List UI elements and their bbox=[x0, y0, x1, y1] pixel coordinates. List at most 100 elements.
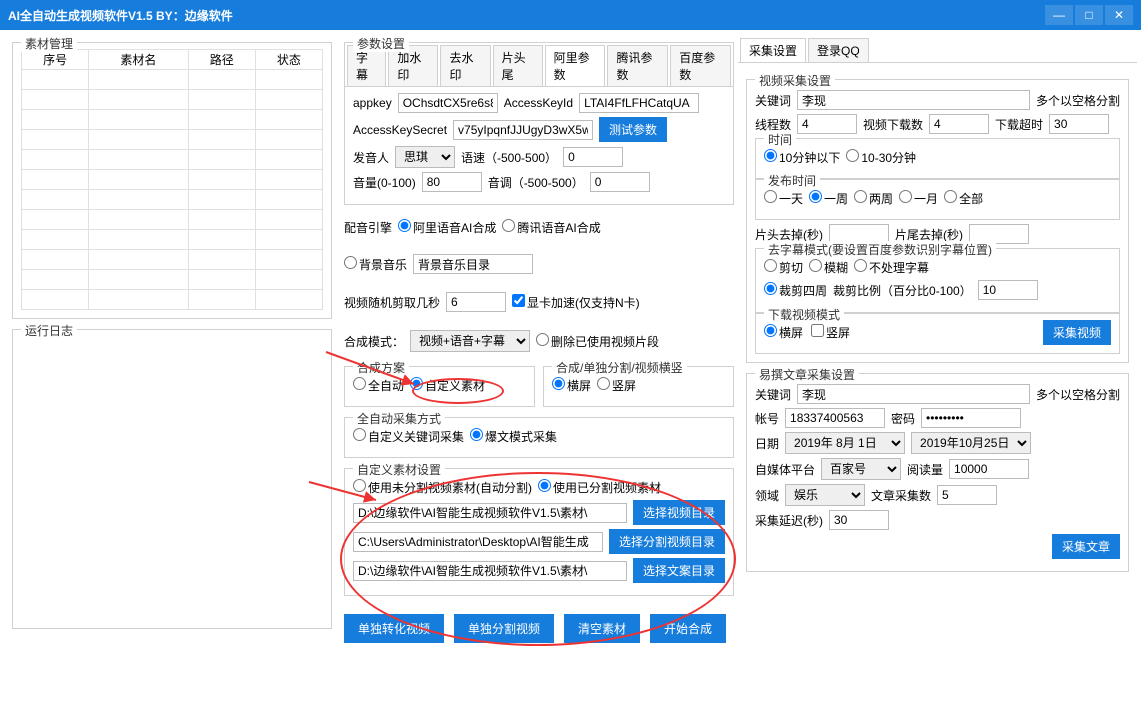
akid-input[interactable] bbox=[579, 93, 699, 113]
maximize-button[interactable]: □ bbox=[1075, 5, 1103, 25]
account-input[interactable] bbox=[785, 408, 885, 428]
col-name: 素材名 bbox=[89, 50, 188, 70]
akid-label: AccessKeyId bbox=[504, 96, 573, 110]
test-params-button[interactable]: 测试参数 bbox=[599, 117, 667, 142]
voice-select[interactable]: 思琪 bbox=[395, 146, 455, 168]
volume-label: 音量(0-100) bbox=[353, 174, 416, 191]
pub-day[interactable]: 一天 bbox=[764, 190, 803, 207]
date-to[interactable]: 2019年10月25日 bbox=[911, 432, 1031, 454]
clip-input[interactable] bbox=[446, 292, 506, 312]
time-30[interactable]: 10-30分钟 bbox=[846, 149, 916, 166]
dl-h[interactable]: 横屏 bbox=[764, 324, 803, 341]
path-text[interactable] bbox=[353, 561, 627, 581]
path-split[interactable] bbox=[353, 532, 603, 552]
gpu-checkbox[interactable]: 显卡加速(仅支持N卡) bbox=[512, 294, 640, 311]
material-manager-group: 素材管理 序号 素材名 路径 状态 bbox=[12, 42, 332, 319]
pub-2week[interactable]: 两周 bbox=[854, 190, 893, 207]
reads-input[interactable] bbox=[949, 459, 1029, 479]
platform-label: 自媒体平台 bbox=[755, 461, 815, 478]
plan-custom[interactable]: 自定义素材 bbox=[410, 377, 485, 394]
del-used-radio[interactable]: 删除已使用视频片段 bbox=[536, 333, 659, 350]
field-label: 领域 bbox=[755, 487, 779, 504]
pub-all[interactable]: 全部 bbox=[944, 190, 983, 207]
tab-headtail[interactable]: 片头尾 bbox=[493, 45, 543, 86]
tab-collect-settings[interactable]: 采集设置 bbox=[740, 38, 806, 62]
crop-ratio-label: 裁剪比例（百分比0-100） bbox=[833, 282, 972, 299]
delay-input[interactable] bbox=[829, 510, 889, 530]
artnum-input[interactable] bbox=[937, 485, 997, 505]
subtitle-mode-group: 去字幕模式(要设置百度参数识别字幕位置) 剪切 模糊 不处理字幕 裁剪四周 裁剪… bbox=[755, 248, 1120, 313]
pitch-input[interactable] bbox=[590, 172, 650, 192]
date-label: 日期 bbox=[755, 435, 779, 452]
cust-split[interactable]: 使用已分割视频素材 bbox=[538, 479, 661, 496]
bgm-radio[interactable]: 背景音乐 bbox=[344, 256, 407, 273]
mode-select[interactable]: 视频+语音+字幕 bbox=[410, 330, 530, 352]
btn-convert[interactable]: 单独转化视频 bbox=[344, 614, 444, 643]
password-input[interactable] bbox=[921, 408, 1021, 428]
minimize-button[interactable]: — bbox=[1045, 5, 1073, 25]
col-path: 路径 bbox=[188, 50, 255, 70]
btn-split-dir[interactable]: 选择分割视频目录 bbox=[609, 529, 725, 554]
bgm-input[interactable] bbox=[413, 254, 533, 274]
crop-around[interactable]: 裁剪四周 bbox=[764, 282, 827, 299]
aks-input[interactable] bbox=[453, 120, 593, 140]
pubtime-group: 发布时间 一天 一周 两周 一月 全部 bbox=[755, 179, 1120, 220]
platform-select[interactable]: 百家号 bbox=[821, 458, 901, 480]
btn-video-dir[interactable]: 选择视频目录 bbox=[633, 500, 725, 525]
volume-input[interactable] bbox=[422, 172, 482, 192]
keyword2-input[interactable] bbox=[797, 384, 1030, 404]
dl-v[interactable]: 竖屏 bbox=[811, 324, 850, 341]
appkey-label: appkey bbox=[353, 96, 392, 110]
path-video[interactable] bbox=[353, 503, 627, 523]
sub-none[interactable]: 不处理字幕 bbox=[854, 259, 929, 276]
crop-ratio-input[interactable] bbox=[978, 280, 1038, 300]
pub-week[interactable]: 一周 bbox=[809, 190, 848, 207]
keyword2-tip: 多个以空格分割 bbox=[1036, 386, 1120, 403]
btn-clear[interactable]: 清空素材 bbox=[564, 614, 640, 643]
timeout-input[interactable] bbox=[1049, 114, 1109, 134]
article-collect-title: 易撰文章采集设置 bbox=[755, 366, 859, 383]
date-from[interactable]: 2019年 8月 1日 bbox=[785, 432, 905, 454]
btn-collect-video[interactable]: 采集视频 bbox=[1043, 320, 1111, 345]
plan-group: 合成方案 全自动 自定义素材 bbox=[344, 366, 535, 407]
tab-ali[interactable]: 阿里参数 bbox=[545, 45, 606, 86]
keyword-input[interactable] bbox=[797, 90, 1030, 110]
engine-tencent[interactable]: 腾讯语音AI合成 bbox=[502, 219, 600, 236]
delay-label: 采集延迟(秒) bbox=[755, 512, 823, 529]
auto-hot[interactable]: 爆文模式采集 bbox=[470, 428, 557, 445]
cust-unsplit[interactable]: 使用未分割视频素材(自动分割) bbox=[353, 479, 532, 496]
tab-tencent[interactable]: 腾讯参数 bbox=[607, 45, 668, 86]
sub-blur[interactable]: 模糊 bbox=[809, 259, 848, 276]
col-no: 序号 bbox=[22, 50, 89, 70]
sub-cut[interactable]: 剪切 bbox=[764, 259, 803, 276]
pub-month[interactable]: 一月 bbox=[899, 190, 938, 207]
tab-baidu[interactable]: 百度参数 bbox=[670, 45, 731, 86]
threads-label: 线程数 bbox=[755, 116, 791, 133]
field-select[interactable]: 娱乐 bbox=[785, 484, 865, 506]
material-manager-title: 素材管理 bbox=[21, 35, 77, 52]
tab-login-qq[interactable]: 登录QQ bbox=[808, 38, 869, 62]
auto-keyword[interactable]: 自定义关键词采集 bbox=[353, 428, 464, 445]
threads-input[interactable] bbox=[797, 114, 857, 134]
count-input[interactable] bbox=[929, 114, 989, 134]
tail-trim-label: 片尾去掉(秒) bbox=[895, 226, 963, 243]
close-button[interactable]: ✕ bbox=[1105, 5, 1133, 25]
material-table: 序号 素材名 路径 状态 bbox=[21, 49, 323, 310]
clip-label: 视频随机剪取几秒 bbox=[344, 294, 440, 311]
split-h[interactable]: 横屏 bbox=[552, 377, 591, 394]
speed-label: 语速（-500-500） bbox=[461, 149, 557, 166]
tab-watermark-remove[interactable]: 去水印 bbox=[440, 45, 490, 86]
speed-input[interactable] bbox=[563, 147, 623, 167]
btn-start[interactable]: 开始合成 bbox=[650, 614, 726, 643]
appkey-input[interactable] bbox=[398, 93, 498, 113]
btn-text-dir[interactable]: 选择文案目录 bbox=[633, 558, 725, 583]
plan-auto[interactable]: 全自动 bbox=[353, 377, 404, 394]
plan-title: 合成方案 bbox=[353, 359, 409, 376]
engine-ali[interactable]: 阿里语音AI合成 bbox=[398, 219, 496, 236]
runlog-group: 运行日志 bbox=[12, 329, 332, 629]
time-10[interactable]: 10分钟以下 bbox=[764, 149, 840, 166]
btn-collect-article[interactable]: 采集文章 bbox=[1052, 534, 1120, 559]
password-label: 密码 bbox=[891, 410, 915, 427]
split-v[interactable]: 竖屏 bbox=[597, 377, 636, 394]
btn-split[interactable]: 单独分割视频 bbox=[454, 614, 554, 643]
